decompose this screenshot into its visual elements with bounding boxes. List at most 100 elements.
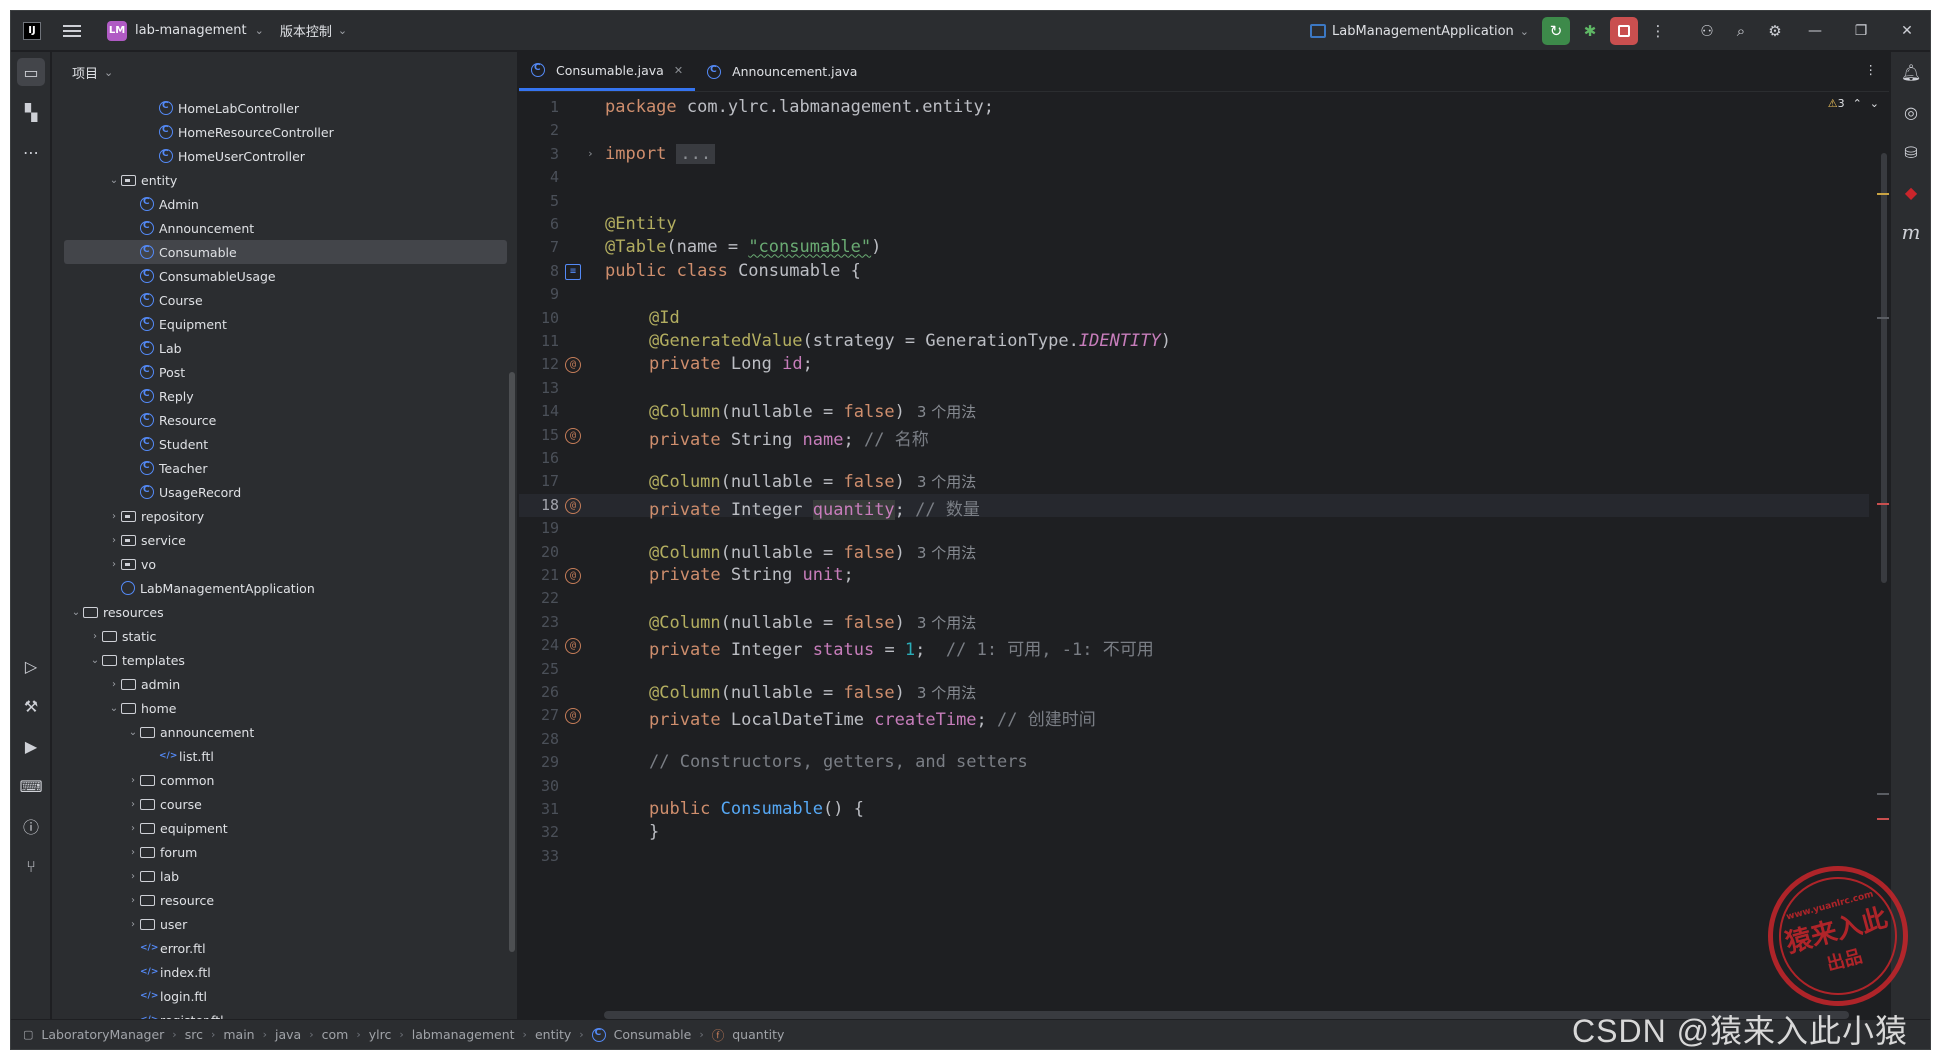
breadcrumb-item[interactable]: quantity (732, 1027, 784, 1042)
tree-item[interactable]: LabManagementApplication (52, 576, 507, 600)
chevron-right-icon[interactable]: › (107, 679, 121, 690)
line-number[interactable]: 23 (519, 613, 559, 631)
code-line[interactable]: private Long id; (649, 354, 813, 374)
chevron-right-icon[interactable]: › (107, 535, 121, 546)
error-marker[interactable] (1877, 818, 1889, 820)
column-field-icon[interactable]: @ (565, 427, 581, 444)
breadcrumb-item[interactable]: java (275, 1027, 301, 1042)
tree-item[interactable]: ⌄ templates (52, 648, 507, 672)
tree-item[interactable]: › service (52, 528, 507, 552)
breadcrumb-item[interactable]: LaboratoryManager (41, 1027, 164, 1042)
tree-item[interactable]: › vo (52, 552, 507, 576)
line-number[interactable]: 1 (519, 98, 559, 116)
tree-item[interactable]: Resource (52, 408, 507, 432)
main-menu-icon[interactable] (63, 24, 81, 37)
more-actions-icon[interactable]: ⋮ (1644, 17, 1672, 45)
line-number[interactable]: 6 (519, 215, 559, 233)
git-icon[interactable]: ⑂ (17, 852, 45, 880)
breadcrumb-item[interactable]: Consumable (614, 1027, 692, 1042)
line-number[interactable]: 14 (519, 402, 559, 420)
breadcrumb-item[interactable]: ylrc (369, 1027, 392, 1042)
project-scrollbar[interactable] (509, 372, 515, 952)
breadcrumb-item[interactable]: main (223, 1027, 254, 1042)
tree-item[interactable]: › admin (52, 672, 507, 696)
code-line[interactable]: @Column(nullable = false) 3 个用法 (649, 471, 976, 492)
line-number[interactable]: 12 (519, 355, 559, 373)
plugin-icon[interactable]: ◆ (1897, 178, 1925, 206)
services-icon[interactable]: ▷ (17, 652, 45, 680)
chevron-right-icon[interactable]: › (126, 895, 140, 906)
notifications-icon[interactable]: 🔔︎ (1897, 58, 1925, 86)
close-window-button[interactable]: ✕ (1884, 11, 1930, 51)
tree-item[interactable]: </> list.ftl (52, 744, 507, 768)
structure-icon[interactable]: ▚ (17, 98, 45, 126)
tree-item[interactable]: </> login.ftl (52, 984, 507, 1008)
line-number[interactable]: 22 (519, 589, 559, 607)
database-entity-icon[interactable]: ≡ (565, 263, 581, 280)
line-number[interactable]: 2 (519, 121, 559, 139)
marker[interactable] (1877, 793, 1889, 795)
line-number[interactable]: 17 (519, 472, 559, 490)
editor-scrollbar[interactable] (1881, 153, 1887, 583)
code-line[interactable]: private Integer quantity; // 数量 (649, 495, 980, 520)
run-config-selector[interactable]: LabManagementApplication ⌄ (1310, 24, 1529, 39)
line-number[interactable]: 26 (519, 683, 559, 701)
tree-item[interactable]: UsageRecord (52, 480, 507, 504)
tree-item[interactable]: ⌄ home (52, 696, 507, 720)
line-number[interactable]: 5 (519, 192, 559, 210)
tree-item[interactable]: Post (52, 360, 507, 384)
warning-marker[interactable] (1877, 193, 1889, 195)
column-field-icon[interactable]: @ (565, 638, 581, 655)
id-field-icon[interactable]: @ (565, 357, 581, 374)
code-line[interactable]: @Column(nullable = false) 3 个用法 (649, 542, 976, 563)
code-line[interactable]: @Column(nullable = false) 3 个用法 (649, 401, 976, 422)
tree-item[interactable]: </>register.ftl (52, 1008, 507, 1020)
tree-item[interactable]: Admin (52, 192, 507, 216)
tree-item[interactable]: › static (52, 624, 507, 648)
tree-item[interactable]: ConsumableUsage (52, 264, 507, 288)
tree-item[interactable]: </> index.ftl (52, 960, 507, 984)
line-number[interactable]: 11 (519, 332, 559, 350)
line-number[interactable]: 7 (519, 238, 559, 256)
code-line[interactable]: @Column(nullable = false) 3 个用法 (649, 612, 976, 633)
chevron-right-icon[interactable]: › (126, 823, 140, 834)
fold-expand-icon[interactable]: › (587, 147, 594, 160)
line-number[interactable]: 28 (519, 730, 559, 748)
project-folder-icon[interactable]: ▭ (17, 58, 45, 86)
chevron-down-icon[interactable]: ⌄ (107, 175, 121, 186)
line-number[interactable]: 15 (519, 426, 559, 444)
breadcrumb-item[interactable]: com (322, 1027, 349, 1042)
settings-gear-icon[interactable]: ⚙ (1761, 17, 1789, 45)
code-line[interactable]: import... (605, 143, 716, 164)
line-number[interactable]: 8 (519, 262, 559, 280)
chevron-right-icon[interactable]: › (126, 799, 140, 810)
tree-item[interactable]: Announcement (52, 216, 507, 240)
code-line[interactable]: private String name; // 名称 (649, 425, 929, 450)
line-number[interactable]: 30 (519, 777, 559, 795)
chevron-down-icon[interactable]: ⌄ (107, 703, 121, 714)
line-number[interactable]: 33 (519, 847, 559, 865)
inspection-widget[interactable]: ⚠3 ⌃ ⌄ (1828, 97, 1879, 110)
code-line[interactable]: public class Consumable { (605, 261, 861, 281)
line-number[interactable]: 13 (519, 379, 559, 397)
code-line[interactable]: @Id (649, 308, 680, 328)
project-selector[interactable]: LM lab-management ⌄ (101, 17, 270, 45)
chevron-right-icon[interactable]: › (88, 631, 102, 642)
ai-assistant-icon[interactable]: ◎ (1897, 98, 1925, 126)
chevron-right-icon[interactable]: › (126, 919, 140, 930)
breadcrumb-item[interactable]: labmanagement (412, 1027, 515, 1042)
code-line[interactable]: } (649, 822, 659, 842)
stop-button[interactable] (1610, 17, 1638, 45)
line-number[interactable]: 21 (519, 566, 559, 584)
tree-item[interactable]: HomeResourceController (52, 120, 507, 144)
problems-icon[interactable]: ⓘ (17, 812, 45, 840)
breadcrumb-item[interactable]: src (185, 1027, 203, 1042)
rerun-button[interactable]: ↻ (1542, 17, 1570, 45)
chevron-right-icon[interactable]: › (107, 511, 121, 522)
previous-highlight-icon[interactable]: ⌃ (1853, 97, 1862, 110)
column-field-icon[interactable]: @ (565, 568, 581, 584)
tab-consumable-java[interactable]: Consumable.java ✕ (519, 52, 696, 91)
maven-icon[interactable]: m (1897, 218, 1925, 246)
chevron-right-icon[interactable]: › (126, 871, 140, 882)
marker[interactable] (1877, 317, 1889, 319)
